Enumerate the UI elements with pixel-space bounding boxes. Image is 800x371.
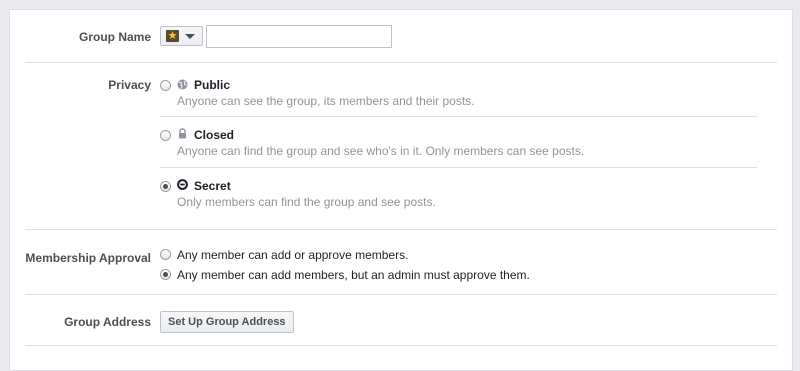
privacy-label: Privacy (108, 78, 151, 92)
membership-approval-label: Membership Approval (25, 251, 151, 265)
approval-admin-text: Any member can add members, but an admin… (177, 268, 530, 282)
privacy-public-title: Public (194, 78, 231, 92)
group-settings-panel: Group Name ★ Privacy Public Anyone can s… (9, 9, 793, 371)
privacy-public-description: Anyone can see the group, its members an… (177, 94, 475, 108)
chevron-down-icon (185, 34, 195, 39)
privacy-closed-radio[interactable] (160, 130, 171, 141)
privacy-secret-title: Secret (194, 179, 231, 193)
approval-any-member-radio[interactable] (160, 249, 171, 260)
set-up-group-address-button[interactable]: Set Up Group Address (160, 311, 294, 333)
privacy-secret-description: Only members can find the group and see … (177, 195, 436, 209)
separator (25, 62, 777, 63)
approval-any-member-text: Any member can add or approve members. (177, 248, 409, 262)
secret-circle-icon (177, 179, 188, 190)
separator (160, 116, 757, 117)
privacy-closed-description: Anyone can find the group and see who's … (177, 144, 585, 158)
star-icon: ★ (166, 30, 179, 42)
privacy-closed-title: Closed (194, 128, 235, 142)
separator (25, 229, 777, 230)
approval-admin-radio[interactable] (160, 269, 171, 280)
group-address-label: Group Address (64, 315, 151, 329)
separator (25, 345, 777, 346)
globe-icon (177, 79, 188, 90)
group-name-input[interactable] (206, 25, 392, 48)
privacy-secret-radio[interactable] (160, 181, 171, 192)
separator (160, 167, 757, 168)
group-icon-picker[interactable]: ★ (160, 26, 203, 46)
separator (25, 294, 777, 295)
lock-icon (179, 128, 186, 139)
group-name-label: Group Name (78, 30, 151, 44)
privacy-public-radio[interactable] (160, 80, 171, 91)
